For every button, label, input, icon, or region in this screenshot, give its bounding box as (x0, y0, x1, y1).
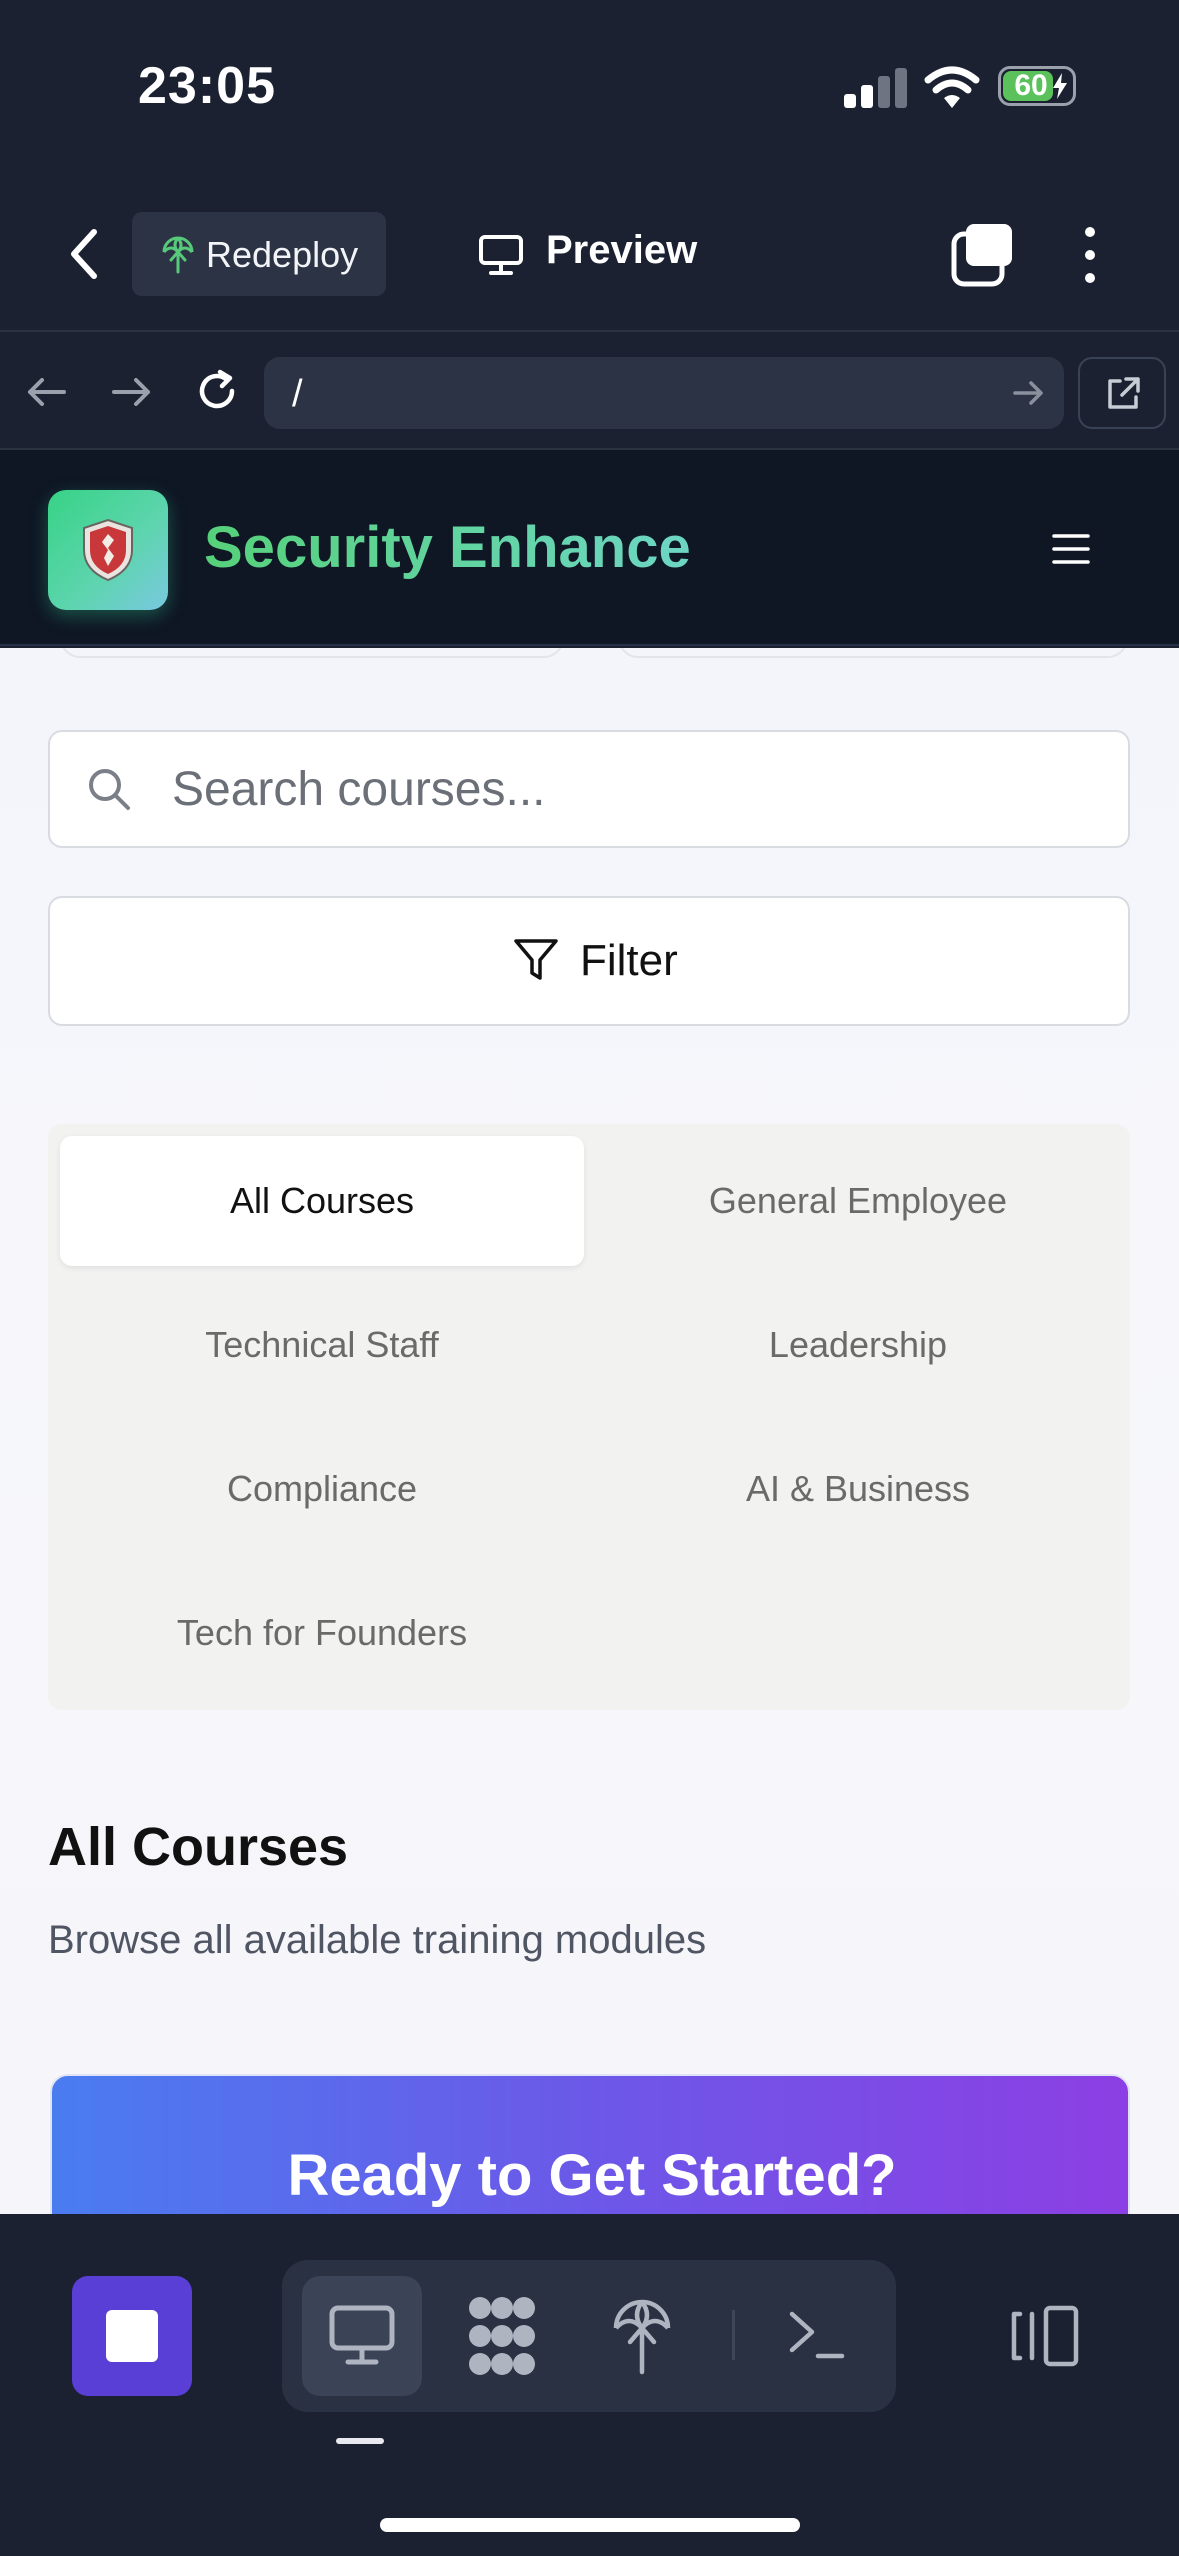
battery-icon: 60 (998, 66, 1076, 106)
category-tabs: All Courses General Employee Technical S… (48, 1124, 1130, 1710)
shield-icon (83, 518, 133, 582)
deploy-icon[interactable] (612, 2296, 672, 2376)
status-bar: 23:05 60 (0, 0, 1179, 180)
partial-card (618, 648, 1128, 658)
stop-button[interactable] (72, 2276, 192, 2396)
url-text: / (292, 373, 303, 415)
monitor-icon (479, 235, 523, 275)
search-icon (89, 769, 130, 810)
redeploy-button[interactable]: Redeploy (132, 212, 386, 296)
wifi-icon (924, 66, 980, 108)
workspace-grid-icon[interactable] (464, 2294, 540, 2378)
search-box[interactable] (48, 730, 1130, 848)
tool-preview-button[interactable] (302, 2276, 422, 2396)
stop-icon (106, 2310, 158, 2362)
nav-forward-arrow-icon[interactable] (110, 372, 154, 412)
open-external-button[interactable] (1078, 357, 1166, 429)
more-vertical-icon[interactable] (1072, 222, 1108, 288)
partial-card (60, 648, 564, 658)
tab-leadership[interactable]: Leadership (596, 1280, 1120, 1410)
cta-banner: Ready to Get Started? (50, 2074, 1130, 2214)
page-content: Filter All Courses General Employee Tech… (0, 648, 1179, 2214)
filter-button[interactable]: Filter (48, 896, 1130, 1026)
tool-divider (732, 2310, 735, 2360)
url-field[interactable]: / (264, 357, 1064, 429)
reload-icon[interactable] (192, 366, 242, 416)
tool-switcher (282, 2260, 896, 2412)
filter-label: Filter (580, 936, 678, 985)
funnel-icon (514, 939, 558, 980)
app-logo[interactable] (48, 490, 168, 610)
status-time: 23:05 (138, 57, 276, 115)
go-arrow-icon[interactable] (1012, 377, 1046, 409)
brand-name: Security Enhance (204, 515, 691, 580)
active-tab-indicator (336, 2438, 384, 2444)
tab-technical-staff[interactable]: Technical Staff (60, 1280, 584, 1410)
charging-bolt-icon (1053, 73, 1067, 99)
nav-back-arrow-icon[interactable] (24, 372, 68, 412)
deploy-icon (162, 236, 194, 274)
preview-label: Preview (546, 228, 698, 272)
terminal-icon[interactable] (786, 2306, 846, 2362)
section-subtitle: Browse all available training modules (48, 1918, 707, 1962)
tab-tech-for-founders[interactable]: Tech for Founders (60, 1568, 584, 1698)
tab-general-employee[interactable]: General Employee (596, 1136, 1120, 1266)
signal-icon (844, 68, 907, 108)
tab-compliance[interactable]: Compliance (60, 1424, 584, 1554)
tab-ai-business[interactable]: AI & Business (596, 1424, 1120, 1554)
external-link-icon (1108, 377, 1140, 409)
cta-title: Ready to Get Started? (287, 2143, 897, 2208)
search-input[interactable] (170, 756, 1074, 822)
hamburger-menu-icon[interactable] (1050, 528, 1092, 570)
home-indicator (380, 2518, 800, 2532)
tabs-switcher-icon[interactable] (950, 222, 1016, 288)
tab-all-courses[interactable]: All Courses (60, 1136, 584, 1266)
section-title: All Courses (48, 1817, 349, 1877)
split-view-icon[interactable] (1010, 2304, 1080, 2368)
monitor-icon (329, 2305, 395, 2365)
redeploy-label: Redeploy (206, 234, 359, 275)
back-chevron-icon[interactable] (60, 222, 110, 286)
